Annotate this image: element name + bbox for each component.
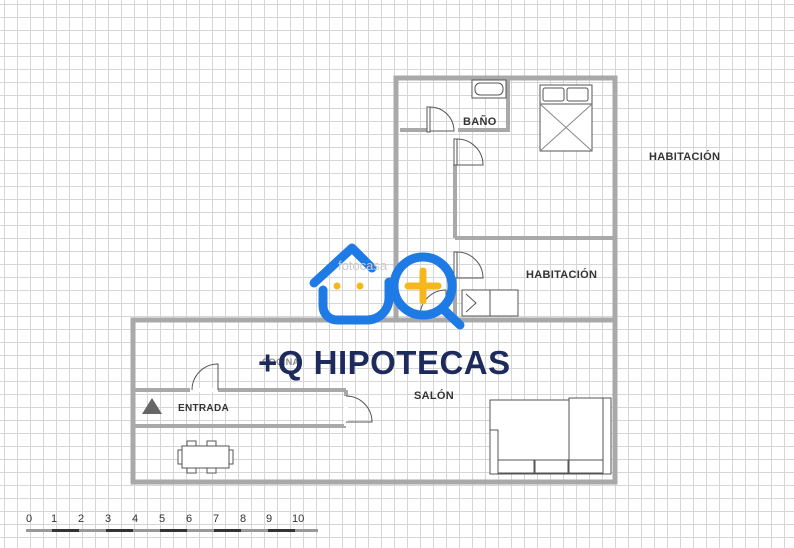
bed: [539, 84, 593, 152]
door-bano: [426, 106, 455, 133]
scale-tick: 4: [132, 513, 139, 525]
scale-tick: 7: [213, 513, 220, 525]
scale-tick: 0: [26, 513, 33, 525]
room-label-salon: SALÓN: [414, 390, 454, 402]
room-label-entrada: ENTRADA: [178, 403, 229, 414]
scale-tick: 9: [266, 513, 273, 525]
scale-tick: 6: [186, 513, 193, 525]
scale-tick: 8: [240, 513, 247, 525]
scale-tick: 10: [292, 513, 305, 525]
scale-tick: 1: [51, 513, 58, 525]
room-label-habitacion-1: HABITACIÓN: [649, 151, 721, 163]
room-label-bano: BAÑO: [463, 116, 497, 128]
door-cocina: [190, 363, 219, 392]
scale-bar: [26, 529, 318, 532]
wardrobe: [461, 289, 519, 317]
scale-tick: 3: [105, 513, 112, 525]
room-label-habitacion-2: HABITACIÓN: [526, 269, 598, 281]
entrance-marker: [142, 398, 162, 414]
door-salon: [344, 395, 373, 426]
brand-watermark: +Q HIPOTECAS: [258, 344, 511, 381]
door-habitacion-1: [453, 138, 484, 166]
scale-tick: 5: [159, 513, 166, 525]
floor-plan: [26, 75, 618, 532]
scale-tick: 2: [78, 513, 85, 525]
dining-table: [177, 440, 234, 474]
sofa: [489, 397, 612, 475]
door-habitacion-2: [453, 251, 484, 279]
background-watermark-text: fotocasa: [338, 258, 388, 273]
bathtub: [471, 79, 507, 99]
